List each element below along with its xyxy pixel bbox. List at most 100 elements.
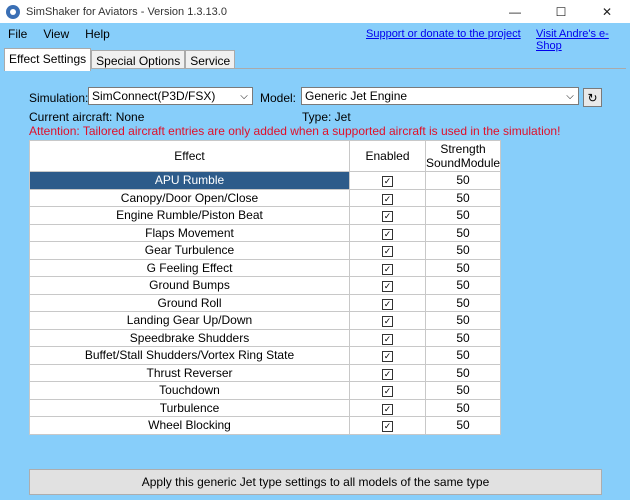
- header-enabled: Enabled: [349, 140, 426, 172]
- enabled-checkbox[interactable]: ✓: [382, 333, 393, 345]
- app-icon: [6, 4, 20, 19]
- enabled-checkbox[interactable]: ✓: [382, 193, 393, 205]
- strength-cell[interactable]: 50: [424, 206, 502, 225]
- table-row[interactable]: Turbulence ✓ 50: [29, 398, 502, 417]
- chevron-down-icon: ⌵: [566, 90, 574, 102]
- effect-name-cell[interactable]: Speedbrake Shudders: [29, 328, 350, 347]
- table-row[interactable]: Canopy/Door Open/Close ✓ 50: [29, 188, 502, 207]
- effect-name-cell[interactable]: APU Rumble: [29, 171, 350, 190]
- enabled-checkbox[interactable]: ✓: [382, 298, 393, 310]
- model-value: Generic Jet Engine: [305, 89, 408, 103]
- effect-name-cell[interactable]: Thrust Reverser: [29, 363, 350, 382]
- strength-cell[interactable]: 50: [424, 328, 502, 347]
- enabled-checkbox[interactable]: ✓: [382, 176, 393, 188]
- simulation-select[interactable]: SimConnect(P3D/FSX) ⌵: [88, 87, 253, 105]
- effect-name-cell[interactable]: Buffet/Stall Shudders/Vortex Ring State: [29, 346, 350, 365]
- enabled-cell: ✓: [349, 188, 426, 207]
- strength-cell[interactable]: 50: [424, 171, 502, 190]
- table-row[interactable]: Touchdown ✓ 50: [29, 381, 502, 400]
- enabled-cell: ✓: [349, 311, 426, 330]
- effect-name-cell[interactable]: Touchdown: [29, 381, 350, 400]
- strength-cell[interactable]: 50: [424, 363, 502, 382]
- enabled-cell: ✓: [349, 171, 426, 190]
- table-row[interactable]: G Feeling Effect ✓ 50: [29, 258, 502, 277]
- enabled-checkbox[interactable]: ✓: [382, 386, 393, 398]
- title-bar: SimShaker for Aviators - Version 1.3.13.…: [0, 0, 630, 23]
- header-strength: Strength SoundModule: [424, 140, 502, 172]
- strength-cell[interactable]: 50: [424, 346, 502, 365]
- chevron-down-icon: ⌵: [240, 90, 248, 102]
- strength-cell[interactable]: 50: [424, 416, 502, 435]
- refresh-button[interactable]: ↻: [583, 88, 602, 107]
- menu-view[interactable]: View: [35, 27, 77, 41]
- table-header-row: Effect Enabled Strength SoundModule: [29, 140, 502, 172]
- enabled-checkbox[interactable]: ✓: [382, 281, 393, 293]
- effect-name-cell[interactable]: G Feeling Effect: [29, 258, 350, 277]
- enabled-cell: ✓: [349, 398, 426, 417]
- strength-cell[interactable]: 50: [424, 241, 502, 260]
- refresh-icon: ↻: [587, 90, 598, 105]
- enabled-checkbox[interactable]: ✓: [382, 228, 393, 240]
- tab-effect-settings[interactable]: Effect Settings: [4, 48, 92, 71]
- enabled-cell: ✓: [349, 223, 426, 242]
- enabled-checkbox[interactable]: ✓: [382, 368, 393, 380]
- table-row[interactable]: Ground Bumps ✓ 50: [29, 276, 502, 295]
- e-shop-link[interactable]: Visit Andre's e-Shop: [536, 28, 630, 52]
- strength-cell[interactable]: 50: [424, 276, 502, 295]
- table-row[interactable]: Flaps Movement ✓ 50: [29, 223, 502, 242]
- effect-name-cell[interactable]: Gear Turbulence: [29, 241, 350, 260]
- current-aircraft: Current aircraft: None: [29, 110, 145, 124]
- effects-table: Effect Enabled Strength SoundModule APU …: [29, 140, 502, 435]
- enabled-cell: ✓: [349, 293, 426, 312]
- enabled-cell: ✓: [349, 416, 426, 435]
- aircraft-type: Type: Jet: [302, 110, 351, 124]
- effect-name-cell[interactable]: Engine Rumble/Piston Beat: [29, 206, 350, 225]
- table-row[interactable]: Ground Roll ✓ 50: [29, 293, 502, 312]
- effect-name-cell[interactable]: Landing Gear Up/Down: [29, 311, 350, 330]
- close-button[interactable]: ✕: [584, 0, 630, 23]
- enabled-checkbox[interactable]: ✓: [382, 246, 393, 258]
- enabled-cell: ✓: [349, 363, 426, 382]
- enabled-cell: ✓: [349, 276, 426, 295]
- menu-file[interactable]: File: [0, 27, 35, 41]
- table-row[interactable]: Gear Turbulence ✓ 50: [29, 241, 502, 260]
- table-row[interactable]: Engine Rumble/Piston Beat ✓ 50: [29, 206, 502, 225]
- strength-cell[interactable]: 50: [424, 188, 502, 207]
- model-select[interactable]: Generic Jet Engine ⌵: [301, 87, 579, 105]
- simulation-value: SimConnect(P3D/FSX): [92, 89, 216, 103]
- table-row[interactable]: Landing Gear Up/Down ✓ 50: [29, 311, 502, 330]
- table-row[interactable]: Wheel Blocking ✓ 50: [29, 416, 502, 435]
- enabled-checkbox[interactable]: ✓: [382, 351, 393, 363]
- minimize-button[interactable]: —: [492, 0, 538, 23]
- strength-cell[interactable]: 50: [424, 398, 502, 417]
- table-row[interactable]: APU Rumble ✓ 50: [29, 171, 502, 190]
- attention-message: Attention: Tailored aircraft entries are…: [29, 124, 561, 138]
- menu-help[interactable]: Help: [77, 27, 118, 41]
- effect-name-cell[interactable]: Canopy/Door Open/Close: [29, 188, 350, 207]
- effect-name-cell[interactable]: Wheel Blocking: [29, 416, 350, 435]
- strength-cell[interactable]: 50: [424, 293, 502, 312]
- enabled-cell: ✓: [349, 206, 426, 225]
- support-donate-link[interactable]: Support or donate to the project: [366, 28, 521, 40]
- enabled-checkbox[interactable]: ✓: [382, 211, 393, 223]
- strength-cell[interactable]: 50: [424, 381, 502, 400]
- table-row[interactable]: Speedbrake Shudders ✓ 50: [29, 328, 502, 347]
- effect-name-cell[interactable]: Turbulence: [29, 398, 350, 417]
- strength-cell[interactable]: 50: [424, 223, 502, 242]
- window-title: SimShaker for Aviators - Version 1.3.13.…: [26, 5, 227, 18]
- enabled-checkbox[interactable]: ✓: [382, 316, 393, 328]
- enabled-checkbox[interactable]: ✓: [382, 421, 393, 433]
- strength-cell[interactable]: 50: [424, 258, 502, 277]
- enabled-checkbox[interactable]: ✓: [382, 263, 393, 275]
- effect-name-cell[interactable]: Ground Roll: [29, 293, 350, 312]
- effect-name-cell[interactable]: Flaps Movement: [29, 223, 350, 242]
- table-row[interactable]: Thrust Reverser ✓ 50: [29, 363, 502, 382]
- enabled-checkbox[interactable]: ✓: [382, 403, 393, 415]
- apply-settings-button[interactable]: Apply this generic Jet type settings to …: [29, 469, 602, 495]
- maximize-button[interactable]: ☐: [538, 0, 584, 23]
- table-row[interactable]: Buffet/Stall Shudders/Vortex Ring State ✓…: [29, 346, 502, 365]
- tab-strip: Effect Settings Special Options Service: [4, 48, 236, 71]
- strength-cell[interactable]: 50: [424, 311, 502, 330]
- enabled-cell: ✓: [349, 381, 426, 400]
- effect-name-cell[interactable]: Ground Bumps: [29, 276, 350, 295]
